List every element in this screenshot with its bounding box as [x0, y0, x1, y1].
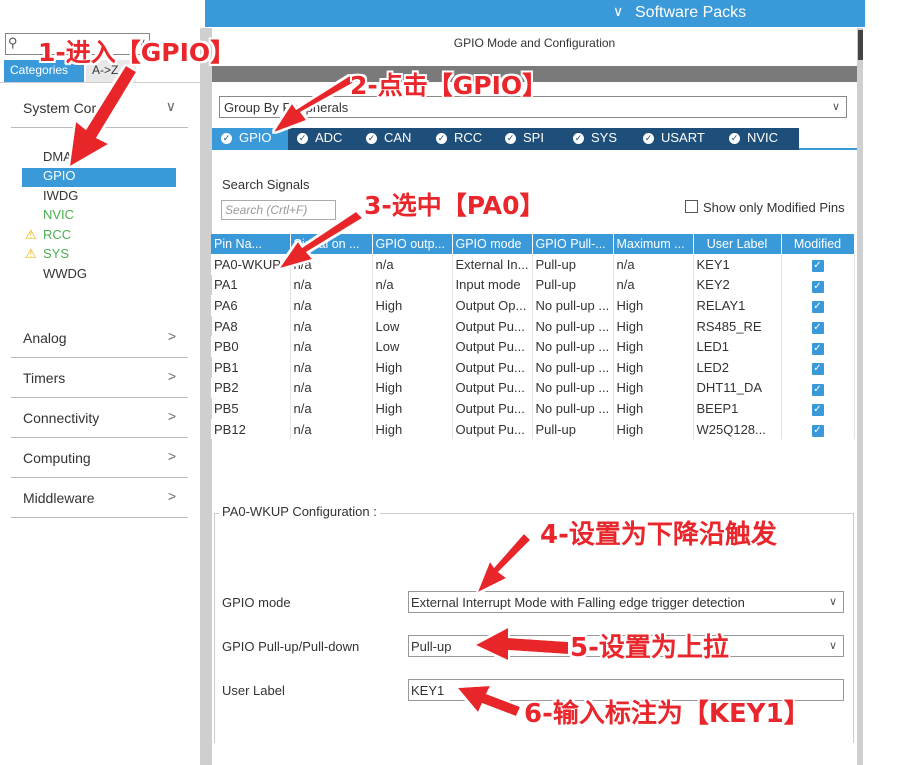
annotation-step-4: 4-设置为下降沿触发	[540, 520, 777, 550]
arrow-5	[476, 628, 568, 660]
annotation-step-1: 1-进入【GPIO】	[38, 38, 236, 67]
annotation-step-5: 5-设置为上拉	[570, 633, 729, 663]
arrow-2	[274, 76, 354, 132]
annotation-step-6: 6-输入标注为【KEY1】	[524, 699, 810, 729]
annotation-arrows	[70, 66, 568, 716]
arrow-1	[70, 66, 136, 166]
annotation-step-2: 2-点击【GPIO】	[350, 71, 548, 100]
arrow-6	[458, 686, 520, 716]
arrow-4	[478, 534, 530, 592]
annotation-step-3: 3-选中【PA0】	[364, 191, 545, 220]
arrow-3	[280, 212, 362, 268]
